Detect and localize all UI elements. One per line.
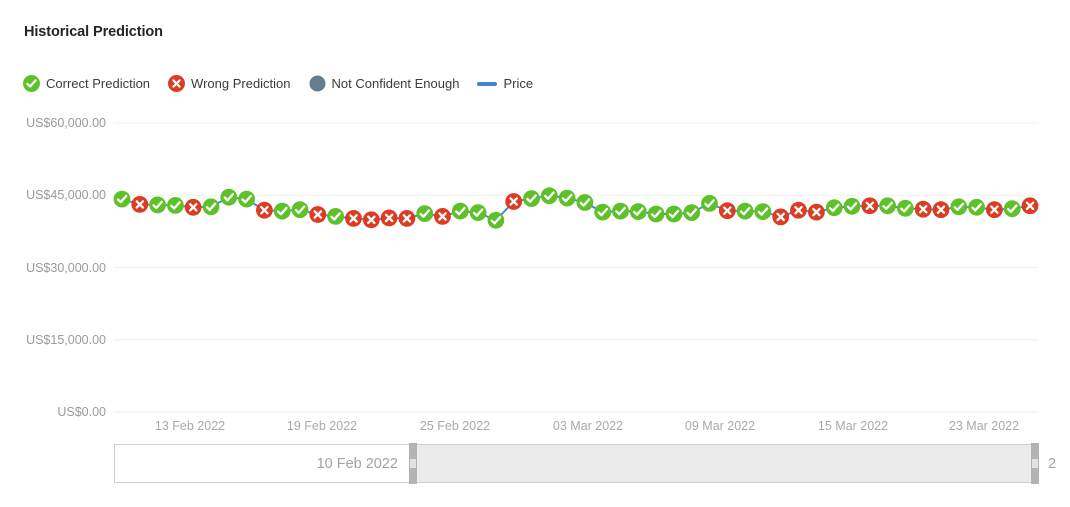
- data-point-marker-correct[interactable]: [968, 198, 985, 216]
- legend-item-price[interactable]: Price: [477, 76, 533, 91]
- data-point-marker-correct[interactable]: [220, 188, 238, 206]
- line-icon: [477, 81, 498, 86]
- x-axis-tick-label: 25 Feb 2022: [419, 419, 491, 433]
- data-point-marker-correct[interactable]: [469, 204, 487, 221]
- filled-circle-icon: [309, 75, 326, 92]
- page-title: Historical Prediction: [24, 24, 163, 40]
- range-from-label: 10 Feb 2022: [316, 455, 398, 472]
- data-point-marker-correct[interactable]: [167, 197, 184, 214]
- data-point-marker-correct[interactable]: [416, 205, 434, 222]
- check-circle-icon: [23, 75, 40, 92]
- data-point-marker-wrong[interactable]: [309, 206, 327, 223]
- data-point-marker-correct[interactable]: [113, 190, 131, 208]
- legend-item-label: Price: [503, 76, 534, 91]
- data-point-marker-wrong[interactable]: [772, 208, 790, 226]
- y-axis-tick-label: US$15,000.00: [26, 332, 106, 347]
- data-point-marker-correct[interactable]: [594, 203, 612, 221]
- data-point-marker-correct[interactable]: [451, 202, 469, 220]
- x-axis-tick-label: 03 Mar 2022: [552, 419, 624, 433]
- x-circle-icon: [168, 75, 186, 92]
- data-point-marker-wrong[interactable]: [505, 193, 523, 210]
- y-axis-tick-label: US$45,000.00: [26, 188, 106, 203]
- data-point-marker-correct[interactable]: [701, 195, 718, 212]
- data-point-marker-correct[interactable]: [879, 197, 896, 215]
- legend-item-label: Not Confident Enough: [331, 76, 460, 91]
- chart-canvas: [113, 122, 1039, 413]
- data-point-marker-correct[interactable]: [754, 203, 772, 220]
- range-handle-grip: [410, 459, 416, 468]
- range-handle-grip: [1032, 459, 1038, 468]
- range-selected-window[interactable]: 10 Feb 2022: [114, 444, 410, 483]
- data-point-marker-wrong[interactable]: [398, 210, 416, 227]
- data-point-marker-correct[interactable]: [149, 196, 166, 214]
- data-point-marker-correct[interactable]: [238, 190, 255, 208]
- legend-item-wrong-prediction[interactable]: Wrong Prediction: [168, 75, 291, 92]
- x-axis-tick-label: 13 Feb 2022: [154, 419, 226, 433]
- data-point-marker-correct[interactable]: [291, 201, 309, 219]
- data-point-marker-wrong[interactable]: [362, 211, 380, 229]
- data-point-marker-correct[interactable]: [576, 194, 594, 211]
- data-point-marker-wrong[interactable]: [1021, 197, 1039, 215]
- data-point-marker-correct[interactable]: [273, 202, 291, 220]
- data-point-marker-wrong[interactable]: [718, 202, 736, 220]
- legend-item-label: Correct Prediction: [46, 76, 151, 91]
- legend-item-label: Wrong Prediction: [191, 76, 291, 91]
- data-point-marker-wrong[interactable]: [914, 200, 932, 218]
- data-point-marker-correct[interactable]: [683, 204, 701, 221]
- y-axis-tick-label: US$0.00: [57, 405, 106, 419]
- range-handle-left[interactable]: [409, 443, 417, 484]
- data-point-marker-wrong[interactable]: [434, 208, 451, 225]
- data-point-marker-wrong[interactable]: [790, 201, 807, 219]
- data-point-marker-correct[interactable]: [487, 211, 505, 229]
- data-point-marker-correct[interactable]: [1003, 200, 1021, 218]
- data-point-marker-wrong[interactable]: [345, 210, 362, 227]
- data-point-marker-correct[interactable]: [612, 202, 629, 220]
- date-range-selector[interactable]: 10 Feb 2022 2: [114, 443, 1056, 484]
- data-point-marker-correct[interactable]: [665, 205, 683, 223]
- y-axis-tick-label: US$30,000.00: [26, 260, 106, 275]
- data-point-marker-correct[interactable]: [647, 205, 665, 223]
- data-point-marker-wrong[interactable]: [256, 201, 273, 219]
- data-point-marker-correct[interactable]: [950, 198, 968, 216]
- data-point-marker-correct[interactable]: [629, 203, 647, 220]
- data-point-marker-correct[interactable]: [825, 199, 843, 217]
- data-point-marker-wrong[interactable]: [131, 196, 149, 213]
- data-point-marker-wrong[interactable]: [380, 209, 398, 227]
- data-point-marker-wrong[interactable]: [986, 201, 1003, 219]
- x-axis-tick-label: 15 Mar 2022: [817, 419, 889, 433]
- data-point-marker-wrong[interactable]: [808, 203, 825, 221]
- data-point-marker-correct[interactable]: [202, 198, 220, 216]
- data-point-marker-correct[interactable]: [558, 189, 576, 207]
- data-point-marker-correct[interactable]: [327, 208, 344, 225]
- y-axis-tick-label: US$60,000.00: [26, 116, 106, 130]
- data-point-marker-correct[interactable]: [540, 187, 558, 205]
- data-point-marker-correct[interactable]: [843, 197, 861, 215]
- data-point-marker-correct[interactable]: [897, 199, 914, 217]
- x-axis-tick-label: 23 Mar 2022: [948, 419, 1020, 433]
- data-point-marker-wrong[interactable]: [932, 201, 950, 219]
- price-prediction-chart[interactable]: US$0.00 US$15,000.00 US$30,000.00 US$45,000…: [0, 105, 1070, 435]
- legend-item-not-confident-enough[interactable]: Not Confident Enough: [309, 75, 460, 92]
- range-handle-right[interactable]: [1031, 443, 1039, 484]
- x-axis-tick-label: 09 Mar 2022: [684, 419, 756, 433]
- data-point-marker-wrong[interactable]: [184, 198, 202, 216]
- legend-item-correct-prediction[interactable]: Correct Prediction: [23, 75, 150, 92]
- data-point-marker-wrong[interactable]: [861, 197, 879, 215]
- x-axis-tick-label: 19 Feb 2022: [286, 419, 358, 433]
- data-point-marker-correct[interactable]: [523, 190, 540, 207]
- chart-legend: Correct Prediction Wrong Prediction Not …: [23, 75, 551, 92]
- range-to-label: 2: [1048, 455, 1057, 472]
- data-point-marker-correct[interactable]: [736, 202, 754, 220]
